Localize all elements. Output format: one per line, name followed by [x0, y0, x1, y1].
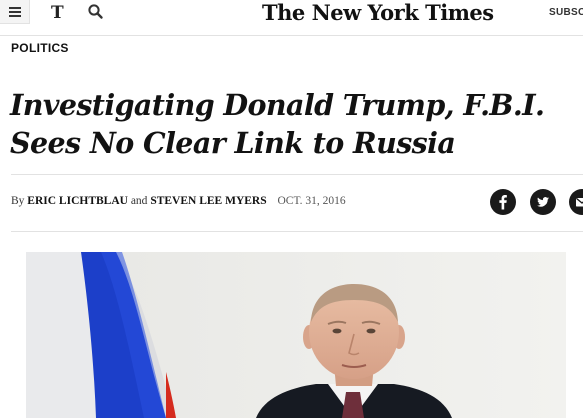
section-label[interactable]: POLITICS: [11, 41, 69, 55]
search-icon[interactable]: [87, 3, 105, 21]
menu-icon-bar: [9, 15, 21, 17]
divider: [11, 231, 583, 232]
hamburger-menu-button[interactable]: [0, 0, 30, 24]
masthead-logo[interactable]: The New York Times: [262, 0, 494, 26]
nyt-t-logo-icon[interactable]: T: [50, 2, 68, 23]
author-link-1[interactable]: ERIC LICHTBLAU: [27, 195, 128, 207]
divider: [11, 174, 583, 175]
byline: By ERIC LICHTBLAU and STEVEN LEE MYERS O…: [11, 195, 346, 207]
svg-text:T: T: [51, 3, 64, 22]
subscribe-link[interactable]: SUBSC: [549, 7, 583, 18]
twitter-share-button[interactable]: [530, 189, 556, 215]
top-navigation-bar: T The New York Times SUBSC: [0, 0, 583, 36]
twitter-icon: [537, 197, 549, 207]
email-icon: [575, 197, 583, 207]
email-share-button[interactable]: [569, 189, 583, 215]
article-photo[interactable]: [26, 252, 566, 418]
photo-illustration: [26, 252, 566, 418]
byline-and: and: [130, 195, 148, 207]
publish-date: OCT. 31, 2016: [277, 195, 346, 207]
menu-icon-bar: [9, 7, 21, 9]
facebook-share-button[interactable]: [490, 189, 516, 215]
facebook-icon: [499, 195, 507, 210]
article-headline: Investigating Donald Trump, F.B.I. Sees …: [10, 86, 580, 162]
menu-icon-bar: [9, 11, 21, 13]
author-link-2[interactable]: STEVEN LEE MYERS: [150, 195, 266, 207]
byline-by: By: [11, 195, 25, 207]
headline-line-2: Sees No Clear Link to Russia: [10, 126, 456, 160]
headline-line-1: Investigating Donald Trump, F.B.I.: [10, 88, 545, 122]
